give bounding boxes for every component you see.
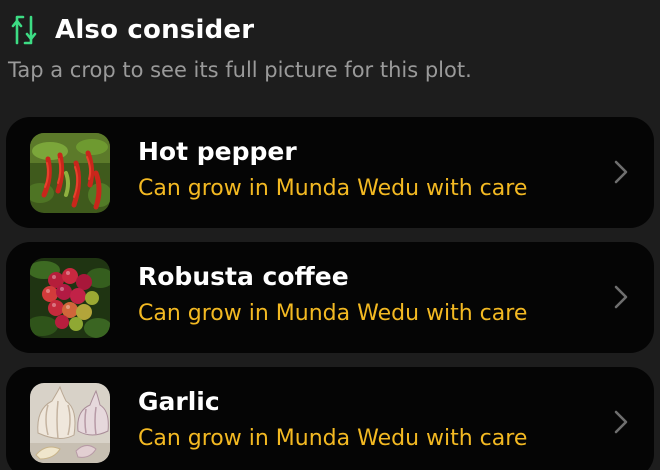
crop-status: Can grow in Munda Wedu with care xyxy=(138,176,528,201)
crop-status: Can grow in Munda Wedu with care xyxy=(138,301,528,326)
robusta-coffee-photo xyxy=(30,258,110,338)
section-subtitle: Tap a crop to see its full picture for t… xyxy=(8,58,472,82)
crop-status: Can grow in Munda Wedu with care xyxy=(138,426,528,451)
also-consider-section: Also consider Tap a crop to see its full… xyxy=(0,0,660,470)
chevron-right-icon xyxy=(614,410,628,434)
crop-card-garlic[interactable]: Garlic Can grow in Munda Wedu with care xyxy=(6,367,654,470)
crop-list: Hot pepper Can grow in Munda Wedu with c… xyxy=(6,117,654,470)
hot-pepper-photo xyxy=(30,133,110,213)
chevron-right-icon xyxy=(614,160,628,184)
section-header: Also consider xyxy=(8,12,254,48)
swap-vertical-icon xyxy=(8,12,40,48)
garlic-photo xyxy=(30,383,110,463)
crop-card-hot-pepper[interactable]: Hot pepper Can grow in Munda Wedu with c… xyxy=(6,117,654,228)
crop-name: Robusta coffee xyxy=(138,262,349,291)
crop-name: Hot pepper xyxy=(138,137,297,166)
crop-name: Garlic xyxy=(138,387,220,416)
crop-card-robusta-coffee[interactable]: Robusta coffee Can grow in Munda Wedu wi… xyxy=(6,242,654,353)
chevron-right-icon xyxy=(614,285,628,309)
section-title: Also consider xyxy=(55,15,255,45)
